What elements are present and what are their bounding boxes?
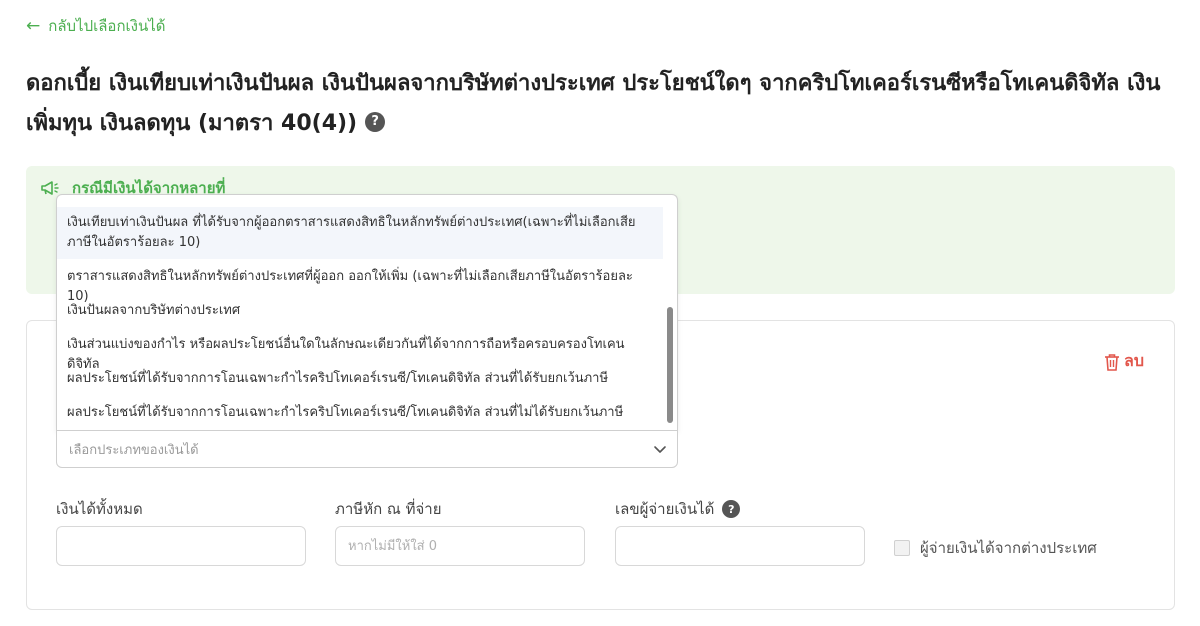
help-icon[interactable]: ?	[722, 500, 741, 518]
back-link[interactable]: ← กลับไปเลือกเงินได้	[26, 14, 166, 38]
foreign-payer-option[interactable]: ผู้จ่ายเงินได้จากต่างประเทศ	[894, 536, 1097, 560]
trash-icon	[1105, 353, 1120, 371]
total-income-label-text: เงินได้ทั้งหมด	[56, 500, 143, 518]
income-type-select[interactable]: เลือกประเภทของเงินได้	[56, 430, 678, 468]
chevron-down-icon	[654, 446, 666, 453]
page-title: ดอกเบี้ย เงินเทียบเท่าเงินปันผล เงินปันผ…	[26, 64, 1176, 144]
payer-id-input[interactable]	[615, 526, 865, 566]
delete-button[interactable]: ลบ	[1104, 349, 1144, 374]
help-icon[interactable]: ?	[365, 112, 386, 132]
withholding-label: ภาษีหัก ณ ที่จ่าย	[335, 497, 442, 521]
withholding-label-text: ภาษีหัก ณ ที่จ่าย	[335, 500, 442, 518]
payer-id-label: เลขผู้จ่ายเงินได้ ?	[615, 497, 741, 521]
withholding-input[interactable]	[335, 526, 585, 566]
dropdown-option[interactable]: ผลประโยชน์ที่ได้รับจากการโอนเฉพาะกำไรคริ…	[57, 367, 663, 391]
page-title-text: ดอกเบี้ย เงินเทียบเท่าเงินปันผล เงินปันผ…	[26, 71, 1161, 136]
megaphone-icon	[41, 181, 59, 195]
dropdown-scrollbar[interactable]	[667, 307, 673, 423]
back-link-label: กลับไปเลือกเงินได้	[48, 17, 166, 35]
dropdown-option[interactable]: เงินส่วนแบ่งของกำไร หรือผลประโยชน์อื่นใด…	[57, 333, 663, 372]
foreign-payer-checkbox[interactable]	[894, 540, 910, 556]
total-income-label: เงินได้ทั้งหมด	[56, 497, 143, 521]
arrow-left-icon: ←	[26, 15, 41, 36]
income-type-placeholder: เลือกประเภทของเงินได้	[69, 442, 199, 458]
income-type-dropdown-menu: เงินเทียบเท่าเงินปันผล ที่ได้รับจากผู้ออ…	[56, 194, 678, 431]
dropdown-option[interactable]: เงินเทียบเท่าเงินปันผล ที่ได้รับจากผู้ออ…	[57, 207, 663, 259]
dropdown-option[interactable]: ผลประโยชน์ที่ได้รับจากการโอนเฉพาะกำไรคริ…	[57, 401, 663, 425]
delete-label: ลบ	[1124, 351, 1144, 370]
dropdown-option[interactable]: เงินปันผลจากบริษัทต่างประเทศ	[57, 299, 663, 323]
foreign-payer-label: ผู้จ่ายเงินได้จากต่างประเทศ	[920, 539, 1097, 557]
payer-id-label-text: เลขผู้จ่ายเงินได้	[615, 500, 715, 518]
dropdown-option[interactable]: ตราสารแสดงสิทธิในหลักทรัพย์ต่างประเทศที่…	[57, 265, 663, 304]
total-income-input[interactable]	[56, 526, 306, 566]
